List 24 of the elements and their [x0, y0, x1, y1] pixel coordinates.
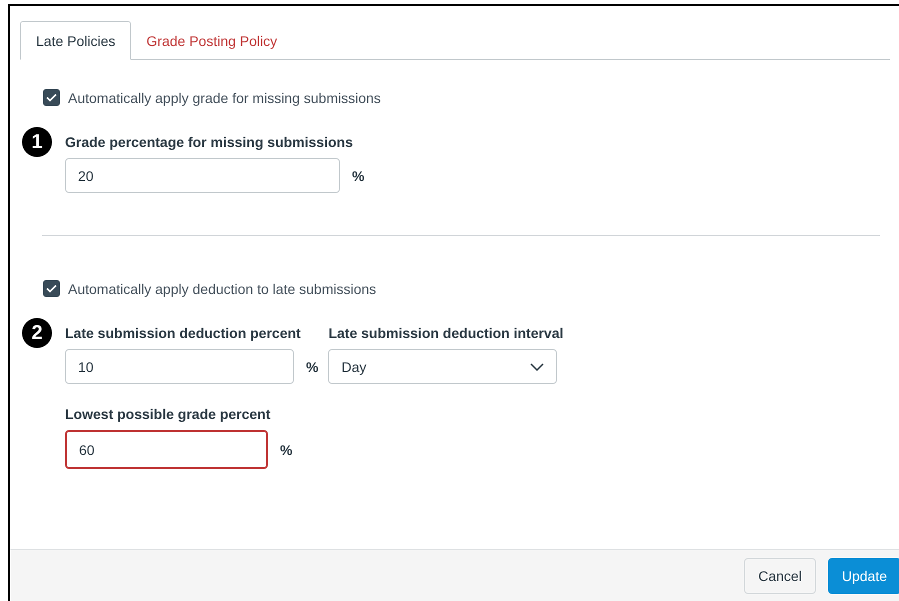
tab[interactable]: Late Policies	[20, 21, 132, 60]
checkbox-label: Automatically apply deduction to late submissions	[68, 280, 376, 296]
percent-sign: %	[306, 358, 318, 374]
percent-sign: %	[352, 168, 364, 184]
percent-input[interactable]: 20	[65, 158, 340, 193]
field-label: Grade percentage for missing submissions	[65, 134, 354, 150]
update-button[interactable]: Update	[828, 558, 899, 594]
percent-sign: %	[280, 442, 292, 458]
checkbox[interactable]	[43, 280, 60, 297]
field-label: Lowest possible grade percent	[65, 406, 272, 422]
check-icon	[46, 93, 57, 102]
percent-input[interactable]: 60	[65, 430, 268, 469]
field-label: Late submission deduction percent	[65, 325, 302, 341]
step-badge: 1	[22, 127, 52, 157]
check-icon	[46, 284, 57, 293]
field-label: Late submission deduction interval	[328, 325, 564, 341]
step-badge: 2	[22, 318, 52, 348]
tab[interactable]: Grade Posting Policy	[131, 21, 292, 60]
cancel-button[interactable]: Cancel	[744, 558, 816, 594]
chevron-down-icon	[530, 362, 544, 370]
checkbox[interactable]	[43, 89, 60, 106]
percent-input[interactable]: 10	[65, 349, 294, 384]
checkbox-label: Automatically apply grade for missing submissions	[68, 90, 381, 106]
interval-dropdown[interactable]: Day	[328, 349, 558, 384]
